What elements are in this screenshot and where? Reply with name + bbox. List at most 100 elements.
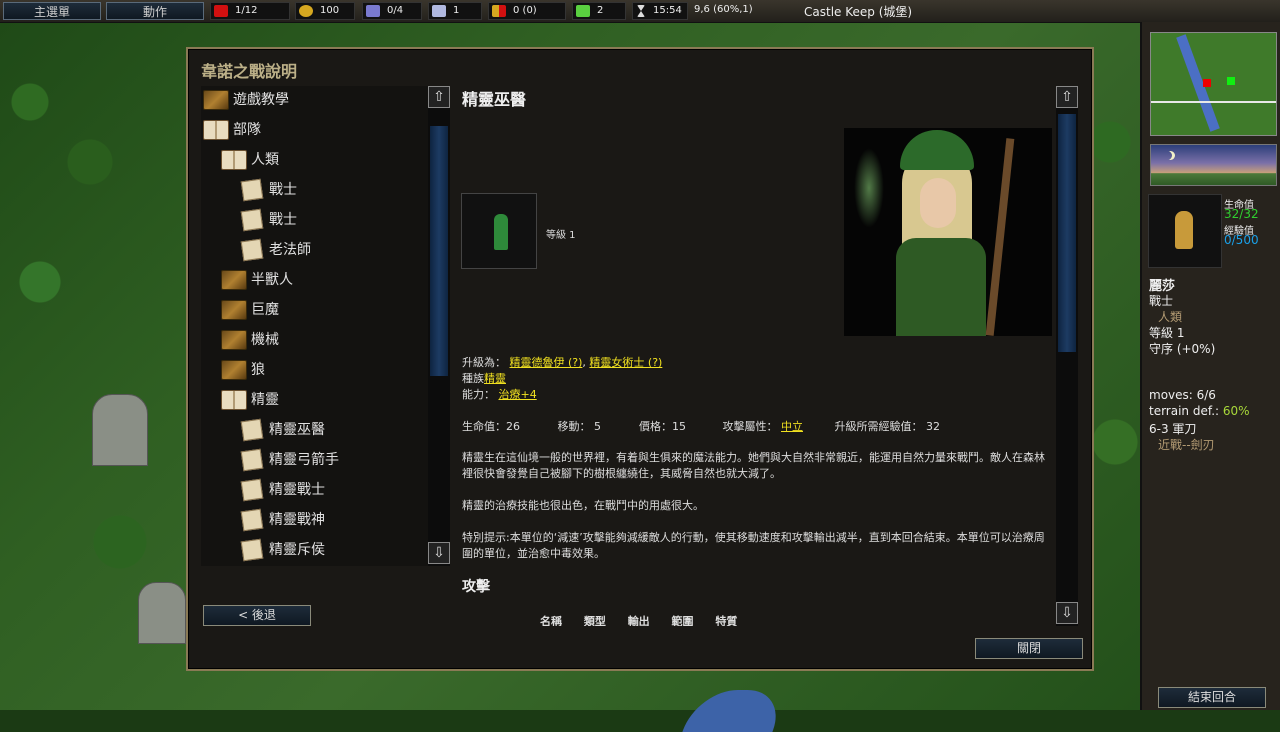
tree-scroll-up-button[interactable]: ⇧ [428,86,450,108]
church-building [92,394,148,466]
xp-value: 0/500 [1224,233,1259,247]
villages-value: 1/12 [235,5,258,16]
units-value: 0/4 [387,5,404,16]
gold-value: 100 [320,5,340,16]
attack-col-range: 範圍 [671,615,694,626]
content-scrollbar[interactable]: ⇧ ⇩ [1056,86,1078,626]
ability-line: 能力： 治療+4 [462,386,537,402]
time-of-day-image [1150,144,1277,186]
alignment-label: 攻擊屬性： [722,420,778,433]
page-icon [240,178,264,202]
help-tree-item-label: 部隊 [233,122,261,138]
description-paragraph-1: 精靈生在這仙境一般的世界裡，有着與生俱來的魔法能力。她們與大自然非常親近，能運用… [462,451,1045,480]
time-value: 15:54 [653,5,682,16]
unit-sprite [1175,211,1193,249]
unit-type: 戰士 [1149,294,1174,308]
main-menu-button[interactable]: 主選單 [3,2,101,20]
description-paragraph-3: 特別提示:本單位的‘減速’攻擊能夠減緩敵人的行動，使其移動速度和攻擊輸出減半，直… [462,531,1045,560]
page-icon [240,418,264,442]
portrait-hat [900,130,974,170]
gold-stat: 100 [295,2,355,20]
help-tree-item-label: 半獸人 [251,272,293,288]
attack-col-type: 類型 [583,615,606,626]
closed-book-icon [221,360,247,380]
closed-book-icon [203,90,229,110]
content-scroll-down-button[interactable]: ⇩ [1056,602,1078,624]
closed-book-icon [221,270,247,290]
portrait-face [920,178,956,228]
minimap-viewport-line [1151,101,1276,103]
help-tree-item-label: 機械 [251,332,279,348]
race-link[interactable]: 精靈 [484,372,506,385]
river [682,690,788,732]
unit-alignment: 守序 (+0%) [1149,342,1216,356]
open-book-icon [221,390,247,410]
portrait-body [896,238,986,336]
end-turn-button[interactable]: 結束回合 [1158,687,1266,708]
ability-link[interactable]: 治療+4 [499,388,537,401]
page-icon [240,508,264,532]
closed-book-icon [221,300,247,320]
unit-portrait-large [844,128,1052,336]
unit-race: 人類 [1158,310,1183,324]
portrait-staff [985,138,1015,336]
help-tree-item-label: 精靈 [251,392,279,408]
minimap-green-marker [1227,77,1235,85]
attack-col-name: 名稱 [540,615,562,626]
help-content: 精靈巫醫 等級 1 升級為： 精靈德魯伊 (?), 精靈女術士 (?) 種族精靈… [460,86,1056,626]
attack-col-specials: 特質 [715,615,738,626]
terrain-value: 60% [1222,404,1250,418]
advances-label: 升級為： [462,356,506,369]
villages-stat: 1/12 [210,2,290,20]
tree-scroll-thumb[interactable] [430,126,448,376]
open-book-icon [221,150,247,170]
help-tree-item-label: 人類 [251,152,279,168]
terrain-defense: terrain def.: 60% [1149,404,1250,418]
page-icon [240,448,264,472]
unit-title: 精靈巫醫 [462,90,527,109]
weapon-readout: 6-3 軍刀 [1149,422,1197,436]
time-stat: 15:54 [632,2,688,20]
help-tree-item-label: 遊戲教學 [233,92,289,108]
ability-label: 能力： [462,388,495,401]
upkeep-value: 1 [453,5,460,16]
content-scroll-up-button[interactable]: ⇧ [1056,86,1078,108]
attack-table-header: 名稱 類型 輸出 範圍 特質 [540,613,755,626]
minimap[interactable] [1150,32,1277,136]
help-tree-item-label: 精靈巫醫 [269,422,325,438]
gold-icon [299,5,313,17]
race-label: 種族 [462,372,484,385]
advance-link-sorceress[interactable]: 精靈女術士 (?) [589,356,662,369]
help-tree-item-label: 精靈戰士 [269,482,325,498]
alignment-link[interactable]: 中立 [781,418,803,434]
income-stat: 0 (0) [488,2,566,20]
closed-book-icon [221,330,247,350]
heal-value: 2 [597,5,604,16]
weapon-range: 近戰--劍刃 [1158,438,1215,452]
tree-scroll-down-button[interactable]: ⇩ [428,542,450,564]
stats-line: 生命值：26 移動： 5 價格：15 攻擊屬性： 中立 升級所需經驗值： 32 [462,418,940,434]
moon-icon [1163,151,1172,160]
units-stat: 0/4 [362,2,422,20]
back-button[interactable]: < 後退 [203,605,311,626]
content-scroll-thumb[interactable] [1058,114,1076,352]
terrain-label: terrain def.: [1149,404,1220,418]
help-tree-item-label: 精靈弓箭手 [269,452,339,468]
advance-link-druid[interactable]: 精靈德魯伊 (?) [510,356,583,369]
church-building [138,582,186,644]
minimap-red-marker [1203,79,1211,87]
help-tree-item-label: 戰士 [269,182,297,198]
coordinates-readout: 9,6 (60%,1) [694,4,753,15]
attack-col-damage: 輸出 [627,615,650,626]
hourglass-icon [637,5,645,17]
advances-line: 升級為： 精靈德魯伊 (?), 精靈女術士 (?) [462,356,663,369]
moves-readout: moves: 6/6 [1149,388,1216,402]
tree-scrollbar[interactable]: ⇧ ⇩ [428,86,450,566]
close-button[interactable]: 關閉 [975,638,1083,659]
flag-icon [214,5,228,17]
actions-button[interactable]: 動作 [106,2,204,20]
hp-value: 32/32 [1224,207,1259,221]
description-paragraph-2: 精靈的治療技能也很出色，在戰鬥中的用處很大。 [462,499,704,512]
page-icon [240,208,264,232]
help-tree-item-label: 精靈戰神 [269,512,325,528]
